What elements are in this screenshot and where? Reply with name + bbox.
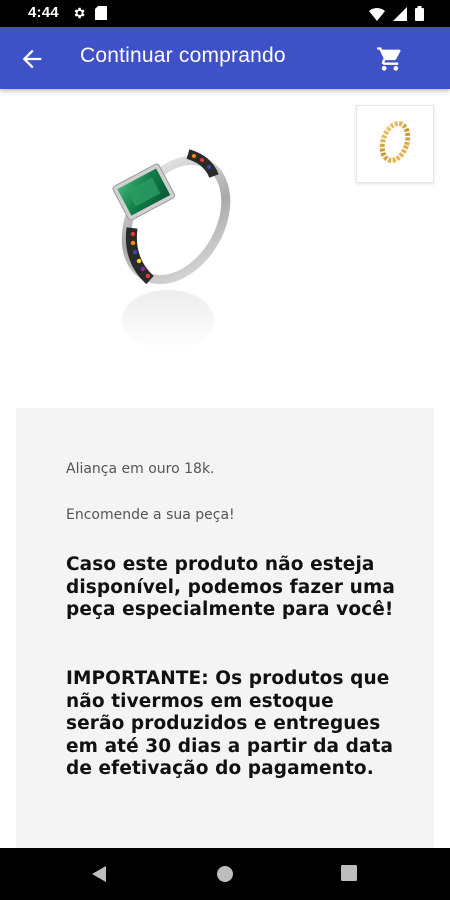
- page-title: Continuar comprando: [80, 44, 286, 67]
- signal-icon: [393, 6, 407, 21]
- cart-button[interactable]: [376, 45, 404, 73]
- product-image[interactable]: [88, 130, 248, 370]
- nav-recents-icon[interactable]: [341, 865, 357, 881]
- description-line: Encomende a sua peça!: [66, 507, 235, 523]
- status-left-icons: [72, 6, 107, 20]
- description-card: Aliança em ouro 18k. Encomende a sua peç…: [16, 408, 434, 848]
- availability-notice: Caso este produto não esteja disponível,…: [66, 554, 395, 620]
- wifi-icon: [369, 7, 385, 21]
- status-right-icons: [369, 6, 424, 21]
- status-time: 4:44: [28, 4, 59, 21]
- settings-icon: [74, 7, 85, 19]
- description-line: Aliança em ouro 18k.: [66, 461, 215, 477]
- gold-ring-thumbnail: [379, 121, 411, 163]
- back-button[interactable]: [18, 45, 46, 73]
- nav-back-icon[interactable]: [90, 864, 108, 884]
- shopping-cart-icon: [377, 47, 401, 71]
- arrow-back-icon: [22, 49, 42, 69]
- app-bar: Continuar comprando: [0, 27, 450, 89]
- nav-home-icon[interactable]: [216, 865, 234, 883]
- product-thumbnail[interactable]: [356, 105, 434, 183]
- battery-icon: [415, 6, 424, 21]
- sd-card-icon: [95, 6, 107, 20]
- system-nav-bar: [0, 848, 450, 900]
- silver-ring-emerald-image: [112, 149, 231, 350]
- important-notice: IMPORTANTE: Os produtos que não tivermos…: [66, 668, 394, 779]
- status-bar: 4:44: [0, 0, 450, 27]
